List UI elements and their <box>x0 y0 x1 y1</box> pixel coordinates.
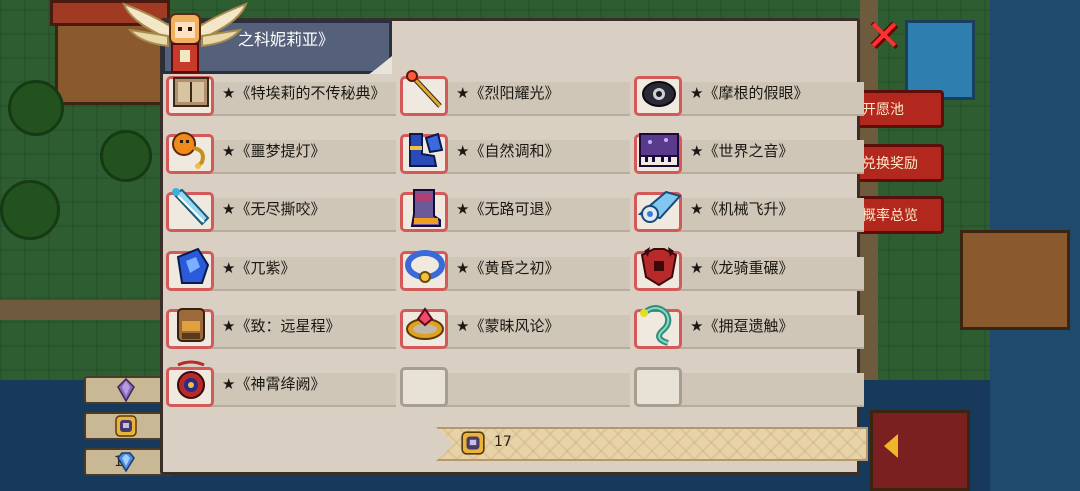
empty-item-slot[interactable] <box>400 361 630 409</box>
redeem-rewards-button[interactable]: 兑换奖励 <box>858 144 944 182</box>
currency-count: 17 <box>494 434 512 450</box>
item-name: ★《兀紫》 <box>222 259 296 277</box>
item-name: ★《拥趸遗触》 <box>690 317 794 335</box>
dirt-path <box>0 300 170 320</box>
item-name: ★《世界之音》 <box>690 142 794 160</box>
blue-boots-icon <box>409 132 444 167</box>
item-name: ★《噩梦提灯》 <box>222 142 326 160</box>
item-name: ★《特埃莉的不传秘典》 <box>222 84 386 102</box>
purple-gem-icon <box>117 378 135 402</box>
red-amulet-icon <box>177 360 205 399</box>
item-row[interactable]: ★《致：远星程》 <box>166 303 396 351</box>
item-name: ★《无路可退》 <box>456 200 560 218</box>
fountain-pool <box>905 20 975 100</box>
serpent-tentacle-icon <box>640 305 672 346</box>
item-row[interactable]: ★《自然调和》 <box>400 128 630 176</box>
token-coin-icon <box>115 415 137 437</box>
item-row[interactable]: ★《世界之音》 <box>634 128 864 176</box>
item-name: ★《蒙昧风论》 <box>456 317 560 335</box>
blue-collar-icon <box>405 250 445 283</box>
probability-overview-button[interactable]: 概率总览 <box>858 196 944 234</box>
item-row[interactable]: ★《无尽撕咬》 <box>166 186 396 234</box>
item-row[interactable]: ★《拥趸遗触》 <box>634 303 864 351</box>
item-name: ★《摩根的假眼》 <box>690 84 809 102</box>
close-icon[interactable]: ✕ <box>864 15 904 57</box>
item-row[interactable]: ★《龙骑重碾》 <box>634 245 864 293</box>
token-coin-icon <box>461 431 485 455</box>
left-arrow-icon[interactable] <box>884 434 898 458</box>
dark-eye-icon <box>642 81 676 107</box>
item-row-background <box>420 373 630 407</box>
purple-piano-icon <box>639 133 679 167</box>
character-avatar <box>122 2 248 73</box>
item-name: ★《神霄绛阙》 <box>222 375 326 393</box>
item-row-background <box>654 373 864 407</box>
purple-boots-icon <box>410 189 441 227</box>
ice-blade-icon <box>172 188 210 226</box>
pumpkin-lantern-icon <box>172 132 205 169</box>
item-name: ★《无尽撕咬》 <box>222 200 326 218</box>
item-name: ★《黄昏之初》 <box>456 259 560 277</box>
item-row[interactable]: ★《噩梦提灯》 <box>166 128 396 176</box>
item-row[interactable]: ★《机械飞升》 <box>634 186 864 234</box>
empty-item-slot[interactable] <box>634 361 864 409</box>
bronze-glove-icon <box>177 308 205 342</box>
item-row[interactable]: ★《神霄绛阙》 <box>166 360 396 409</box>
item-slot[interactable] <box>400 367 448 407</box>
item-name: ★《烈阳耀光》 <box>456 84 560 102</box>
red-armor-icon <box>640 247 678 287</box>
item-name: ★《机械飞升》 <box>690 200 794 218</box>
blue-gauntlet-icon <box>176 247 210 284</box>
panel-title: 之科妮莉亚》 <box>238 30 335 49</box>
mech-wing-icon <box>637 190 682 223</box>
tree <box>100 130 152 182</box>
item-row[interactable]: ★《黄昏之初》 <box>400 245 630 293</box>
item-row[interactable]: ★《烈阳耀光》 <box>400 70 630 118</box>
blue-diamond-icon <box>117 452 135 473</box>
wish-pool-button[interactable]: 开愿池 <box>858 90 944 128</box>
golden-staff-icon <box>406 70 442 108</box>
item-name: ★《龙骑重碾》 <box>690 259 794 277</box>
item-name: ★《致：远星程》 <box>222 317 341 335</box>
item-slot[interactable] <box>634 367 682 407</box>
gold-ring-icon <box>406 307 444 340</box>
item-name: ★《自然调和》 <box>456 142 560 160</box>
house <box>960 230 1070 330</box>
item-row[interactable]: ★《摩根的假眼》 <box>634 70 864 118</box>
item-row[interactable]: ★《蒙昧风论》 <box>400 303 630 351</box>
item-row[interactable]: ★《兀紫》 <box>166 245 396 293</box>
tree <box>8 80 64 136</box>
item-row[interactable]: ★《无路可退》 <box>400 186 630 234</box>
tree <box>0 180 60 240</box>
